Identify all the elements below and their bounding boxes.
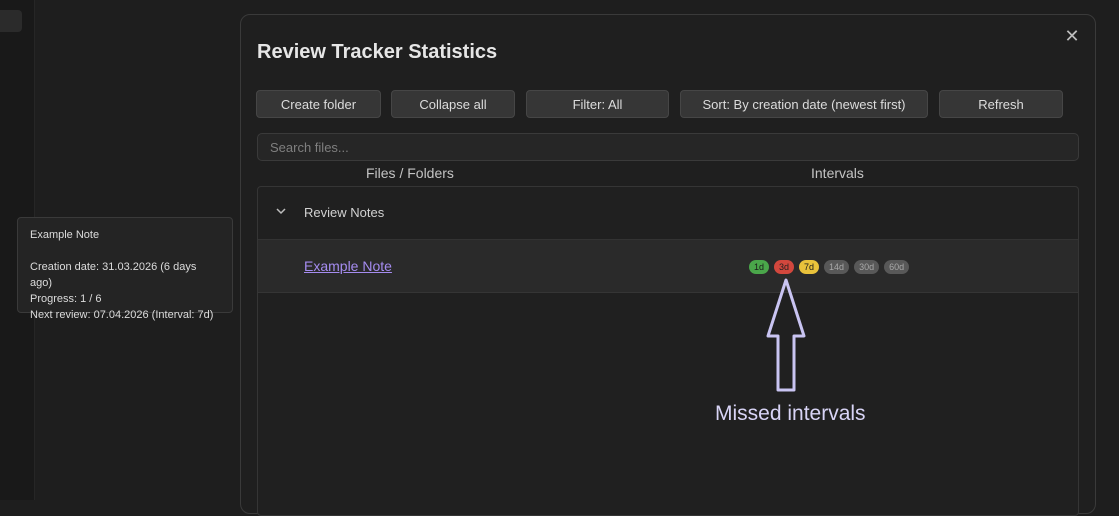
create-folder-button[interactable]: Create folder xyxy=(256,90,381,118)
tooltip-creation-date: Creation date: 31.03.2026 (6 days ago) xyxy=(30,261,197,289)
file-row[interactable]: Example Note 1d 3d 7d 14d 30d 60d xyxy=(258,240,1078,293)
refresh-button[interactable]: Refresh xyxy=(939,90,1063,118)
up-arrow-icon xyxy=(766,278,806,392)
column-header-files: Files / Folders xyxy=(366,165,454,181)
tooltip-next-review: Next review: 07.04.2026 (Interval: 7d) xyxy=(30,309,214,321)
tooltip-spacer xyxy=(30,243,220,259)
interval-badge-7d: 7d xyxy=(799,260,820,274)
interval-badge-1d: 1d xyxy=(749,260,770,274)
file-tooltip: Example Note Creation date: 31.03.2026 (… xyxy=(17,217,233,321)
interval-badge-14d: 14d xyxy=(824,260,850,274)
folder-label: Review Notes xyxy=(304,205,385,220)
tooltip-progress: Progress: 1 / 6 xyxy=(30,293,102,305)
missed-intervals-annotation: Missed intervals xyxy=(715,402,866,425)
sidebar-tab[interactable] xyxy=(0,10,22,32)
review-tracker-modal: ✕ Review Tracker Statistics Create folde… xyxy=(240,14,1096,516)
file-tree: Review Notes Example Note 1d 3d 7d 14d 30d 60… xyxy=(257,186,1079,516)
chevron-down-icon[interactable] xyxy=(274,204,288,218)
column-header-intervals: Intervals xyxy=(811,165,864,181)
file-link[interactable]: Example Note xyxy=(304,258,392,274)
close-icon[interactable]: ✕ xyxy=(1061,25,1083,47)
collapse-all-button[interactable]: Collapse all xyxy=(391,90,515,118)
tooltip-title: Example Note xyxy=(30,229,100,241)
sort-button[interactable]: Sort: By creation date (newest first) xyxy=(680,90,928,118)
folder-row[interactable]: Review Notes xyxy=(258,187,1078,240)
interval-badge-3d: 3d xyxy=(774,260,795,274)
search-input[interactable] xyxy=(257,133,1079,161)
filter-button[interactable]: Filter: All xyxy=(526,90,669,118)
interval-badge-60d: 60d xyxy=(884,260,910,274)
interval-badges: 1d 3d 7d 14d 30d 60d xyxy=(749,260,910,274)
interval-badge-30d: 30d xyxy=(854,260,880,274)
modal-title: Review Tracker Statistics xyxy=(257,41,498,63)
